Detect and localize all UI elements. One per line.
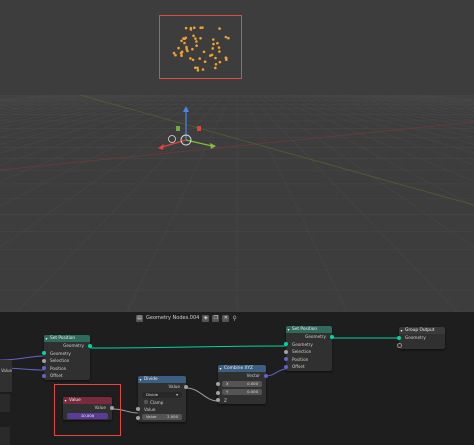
- combine-xyz-node[interactable]: Combine XYZ Vector X 0.000 Y 0.000 Z: [216, 365, 268, 404]
- geometry-input-socket[interactable]: [284, 342, 288, 347]
- x-value: 0.000: [247, 380, 258, 386]
- vector-output-socket[interactable]: [264, 373, 268, 378]
- origin-marker: [168, 135, 176, 143]
- x-input-socket[interactable]: [216, 382, 220, 387]
- chevron-down-icon: ▾: [176, 391, 178, 397]
- set-position-node-2[interactable]: Set Position Geometry Geometry Selection…: [284, 326, 334, 371]
- geometry-output-socket[interactable]: [330, 334, 334, 339]
- y-label: Y: [226, 389, 229, 394]
- operation-dropdown[interactable]: Divide ▾: [142, 391, 182, 398]
- z-input-socket[interactable]: [216, 398, 220, 403]
- position-label: Position: [292, 356, 309, 362]
- geometry-input-label: Geometry: [292, 341, 313, 347]
- geometry-input-socket[interactable]: [397, 335, 401, 340]
- y-field[interactable]: Y 0.000: [222, 389, 262, 395]
- group-output-node[interactable]: Group Output Geometry: [397, 327, 445, 349]
- selection-socket[interactable]: [284, 349, 288, 354]
- value-input-socket[interactable]: [136, 407, 140, 412]
- empty-input-socket[interactable]: [397, 343, 402, 348]
- clamp-checkbox-row[interactable]: Clamp: [138, 399, 186, 406]
- divisor-value: 2.000: [167, 414, 178, 419]
- z-label: Z: [224, 397, 227, 403]
- stub-value-label: Value: [1, 368, 12, 373]
- value-input-socket-2[interactable]: [136, 415, 140, 420]
- 3d-viewport[interactable]: [0, 0, 474, 312]
- value-output-socket[interactable]: [184, 384, 188, 389]
- offscreen-node-stub-3[interactable]: [0, 427, 10, 445]
- divisor-field[interactable]: Value 2.000: [142, 414, 182, 420]
- geometry-output-label: Geometry: [305, 334, 326, 339]
- offset-socket[interactable]: [284, 364, 288, 369]
- node-title[interactable]: Set Position: [286, 326, 332, 333]
- selection-label: Selection: [292, 349, 312, 354]
- node-title[interactable]: Group Output: [399, 327, 445, 334]
- set-position-node-1[interactable]: Set Position Geometry Geometry Selection…: [42, 335, 92, 380]
- position-socket[interactable]: [42, 366, 46, 371]
- floor-grid: [0, 94, 474, 312]
- divisor-label: Value: [146, 414, 157, 419]
- x-field[interactable]: X 0.000: [222, 380, 262, 387]
- node-title[interactable]: Divide: [138, 376, 186, 383]
- x-label: X: [226, 380, 229, 386]
- geometry-output-label: Geometry: [63, 343, 84, 348]
- offset-label: Offset: [50, 373, 63, 378]
- x-arrow-head-icon: [158, 144, 164, 150]
- offscreen-node-stub[interactable]: Value: [0, 360, 12, 392]
- operation-label: Divide: [146, 391, 159, 397]
- y-input-socket[interactable]: [216, 390, 220, 395]
- node-title[interactable]: Set Position: [44, 335, 90, 342]
- offset-label: Offset: [292, 364, 305, 369]
- clamp-label: Clamp: [150, 399, 164, 405]
- value-node-highlight-box: [54, 384, 121, 436]
- value-output-label: Value: [168, 384, 181, 389]
- offset-socket[interactable]: [42, 373, 46, 378]
- position-socket[interactable]: [284, 357, 288, 362]
- selection-label: Selection: [50, 358, 70, 363]
- node-editor[interactable]: ▤ Geometry Nodes.004 ◈ ❐ ✕ ⚲ Value Set P…: [0, 312, 474, 445]
- clamp-checkbox[interactable]: [144, 400, 148, 404]
- geometry-input-label: Geometry: [50, 350, 71, 356]
- vector-output-label: Vector: [246, 373, 260, 378]
- points-highlight-box: [159, 15, 242, 79]
- y-value: 0.000: [247, 389, 258, 394]
- transform-gizmo: [158, 106, 216, 150]
- geometry-input-label: Geometry: [405, 335, 426, 340]
- node-title[interactable]: Combine XYZ: [218, 365, 266, 372]
- geometry-output-socket[interactable]: [88, 343, 92, 348]
- x-plane-handle: [197, 126, 201, 131]
- y-plane-handle: [176, 126, 180, 131]
- offscreen-node-stub-2[interactable]: [0, 394, 10, 412]
- divide-node[interactable]: Divide Value Divide ▾ Clamp Value Value 2.…: [136, 376, 188, 422]
- value-input-label: Value: [144, 406, 156, 412]
- geometry-input-socket[interactable]: [42, 351, 46, 356]
- position-label: Position: [50, 365, 67, 371]
- selection-socket[interactable]: [42, 358, 46, 363]
